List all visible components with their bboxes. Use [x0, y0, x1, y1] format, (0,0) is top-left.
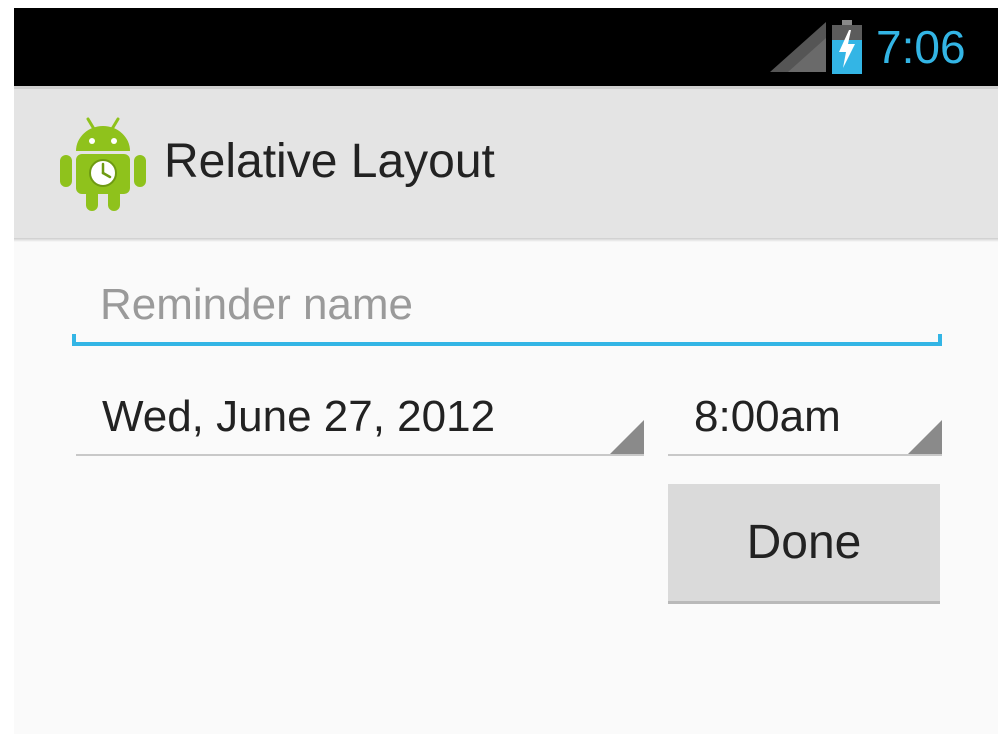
phone-screen: 7:06 Relative Layout Reminder name Wed, … — [14, 8, 998, 734]
signal-strength-icon — [770, 22, 826, 72]
spinner-arrow-icon — [908, 420, 942, 454]
date-spinner-value: Wed, June 27, 2012 — [102, 392, 496, 441]
action-bar-title: Relative Layout — [164, 135, 495, 188]
date-spinner-underline — [76, 454, 644, 456]
time-spinner[interactable]: 8:00am — [668, 382, 942, 456]
time-spinner-value: 8:00am — [694, 392, 841, 441]
spinner-arrow-icon — [610, 420, 644, 454]
done-button[interactable]: Done — [668, 484, 940, 604]
date-spinner[interactable]: Wed, June 27, 2012 — [76, 382, 644, 456]
reminder-input-underline — [72, 334, 942, 346]
status-bar: 7:06 — [14, 8, 998, 86]
time-spinner-underline — [668, 454, 942, 456]
reminder-name-input[interactable] — [72, 266, 942, 344]
action-bar: Relative Layout — [14, 86, 998, 242]
android-robot-icon — [60, 117, 146, 211]
status-clock: 7:06 — [876, 21, 966, 73]
battery-charging-icon — [832, 20, 862, 74]
